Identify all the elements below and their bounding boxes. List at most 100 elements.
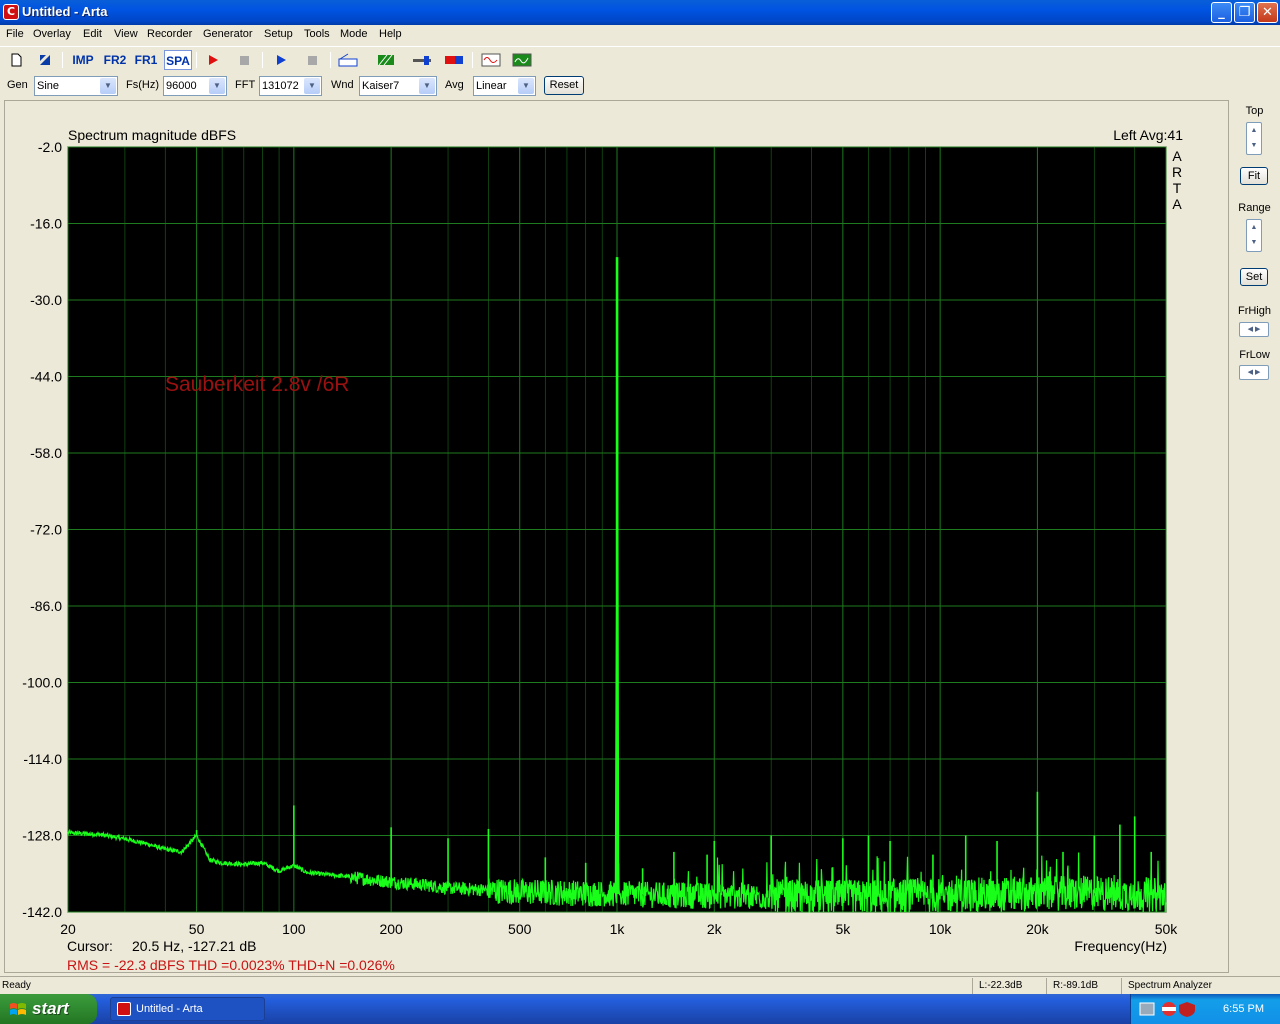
gen-select[interactable]: Sine ▼: [34, 76, 118, 96]
main-toolbar: IMP FR2 FR1 SPA: [0, 46, 1280, 72]
gen-label: Gen: [7, 79, 28, 91]
y-tick-label: -16.0: [30, 216, 62, 232]
close-button[interactable]: ✕: [1257, 2, 1278, 23]
start-button[interactable]: start: [0, 994, 97, 1024]
open-file-icon[interactable]: [34, 50, 56, 70]
fr1-mode-button[interactable]: FR1: [133, 50, 159, 70]
chevron-down-icon: ▼: [209, 78, 225, 94]
y-tick-label: -72.0: [30, 522, 62, 538]
arta-letter: T: [1173, 180, 1182, 196]
chevron-down-icon[interactable]: ▼: [1247, 235, 1261, 250]
fr2-mode-button[interactable]: FR2: [102, 50, 128, 70]
fft-select[interactable]: 131072 ▼: [259, 76, 322, 96]
level-icon[interactable]: [443, 50, 465, 70]
arta-window: C Untitled - Arta _ ❐ ✕ File Overlay Edi…: [0, 0, 1280, 994]
taskbar: start Untitled - Arta 6:55 PM: [0, 994, 1280, 1024]
avg-select[interactable]: Linear ▼: [473, 76, 536, 96]
wnd-label: Wnd: [331, 79, 354, 91]
menu-recorder[interactable]: Recorder: [147, 28, 192, 40]
set-button[interactable]: Set: [1240, 268, 1268, 286]
y-tick-label: -114.0: [23, 751, 62, 767]
fs-select[interactable]: 96000 ▼: [163, 76, 227, 96]
spectrum-mode-button[interactable]: SPA: [164, 50, 192, 70]
taskbar-item-arta[interactable]: Untitled - Arta: [110, 997, 265, 1021]
x-tick-label: 500: [508, 921, 532, 937]
chevron-up-icon[interactable]: ▲: [1247, 220, 1261, 235]
menu-setup[interactable]: Setup: [264, 28, 293, 40]
oscilloscope-icon[interactable]: [480, 50, 502, 70]
slider-icon[interactable]: [411, 50, 433, 70]
menu-generator[interactable]: Generator: [203, 28, 253, 40]
menu-bar: File Overlay Edit View Recorder Generato…: [0, 25, 1280, 45]
scale-panel: Top ▲ ▼ Fit Range ▲ ▼ Set FrHigh ◀ ▶ FrLow…: [1231, 100, 1278, 973]
frlow-label: FrLow: [1239, 349, 1270, 361]
range-label: Range: [1238, 202, 1271, 214]
fft-label: FFT: [235, 79, 256, 91]
x-tick-label: 5k: [835, 921, 851, 937]
top-spinner[interactable]: ▲ ▼: [1246, 122, 1262, 155]
frlow-spinner[interactable]: ◀ ▶: [1239, 365, 1269, 380]
record-stop-icon[interactable]: [233, 50, 255, 70]
window-title: Untitled - Arta: [22, 4, 108, 19]
measurement-readout: RMS = -22.3 dBFS THD =0.0023% THD+N =0.0…: [67, 957, 395, 973]
windows-logo-icon: [10, 1003, 26, 1015]
spectrum-chart[interactable]: 20 50 100 200 500 1k 2k 5k 10k 20k 50k -2.0 -16.0 -30…: [5, 101, 1230, 974]
frhigh-label: FrHigh: [1237, 305, 1271, 317]
record-play-icon[interactable]: [202, 50, 224, 70]
fit-button[interactable]: Fit: [1240, 167, 1268, 185]
abc-icon[interactable]: [337, 50, 359, 70]
avg-value: Linear: [476, 80, 507, 92]
arta-app-icon: [117, 1002, 131, 1016]
chevron-down-icon[interactable]: ▼: [1247, 138, 1261, 153]
window-select[interactable]: Kaiser7 ▼: [359, 76, 437, 96]
generator-play-icon[interactable]: [270, 50, 292, 70]
menu-view[interactable]: View: [114, 28, 138, 40]
minimize-button[interactable]: _: [1211, 2, 1232, 23]
tray-icons[interactable]: [1139, 1001, 1205, 1017]
window-value: Kaiser7: [362, 80, 400, 92]
arta-letter: A: [1172, 196, 1182, 212]
reset-button[interactable]: Reset: [544, 76, 584, 95]
y-tick-label: -100.0: [22, 675, 62, 691]
menu-tools[interactable]: Tools: [304, 28, 330, 40]
range-spinner[interactable]: ▲ ▼: [1246, 219, 1262, 252]
arta-letter: A: [1172, 148, 1182, 164]
avg-label: Avg: [445, 79, 464, 91]
new-file-icon[interactable]: [5, 50, 27, 70]
y-tick-label: -44.0: [30, 369, 62, 385]
x-tick-label: 2k: [707, 921, 723, 937]
x-tick-label: 50k: [1155, 921, 1179, 937]
hatch-icon[interactable]: [375, 50, 397, 70]
status-bar: Ready L:-22.3dB R:-89.1dB Spectrum Analy…: [0, 976, 1280, 994]
status-ready: Ready: [2, 980, 31, 991]
y-tick-label: -128.0: [22, 828, 62, 844]
gen-value: Sine: [37, 80, 60, 92]
cursor-label: Cursor:: [67, 938, 113, 954]
title-bar: C Untitled - Arta _ ❐ ✕: [0, 0, 1280, 25]
y-tick-label: -30.0: [30, 292, 62, 308]
menu-edit[interactable]: Edit: [83, 28, 102, 40]
status-right-level: R:-89.1dB: [1053, 980, 1099, 991]
y-tick-label: -2.0: [38, 139, 62, 155]
maximize-button[interactable]: ❐: [1234, 2, 1255, 23]
menu-file[interactable]: File: [6, 28, 24, 40]
menu-mode[interactable]: Mode: [340, 28, 368, 40]
impulse-mode-button[interactable]: IMP: [70, 50, 96, 70]
spectrum-scope-icon[interactable]: [511, 50, 533, 70]
chevron-down-icon: ▼: [100, 78, 116, 94]
menu-overlay[interactable]: Overlay: [33, 28, 71, 40]
frhigh-spinner[interactable]: ◀ ▶: [1239, 322, 1269, 337]
top-label: Top: [1245, 105, 1264, 117]
x-tick-label: 20k: [1026, 921, 1050, 937]
menu-help[interactable]: Help: [379, 28, 402, 40]
chevron-down-icon: ▼: [419, 78, 435, 94]
y-tick-label: -86.0: [30, 598, 62, 614]
chevron-down-icon: ▼: [518, 78, 534, 94]
x-tick-label: 1k: [610, 921, 626, 937]
fft-value: 131072: [262, 80, 299, 92]
taskbar-item-label: Untitled - Arta: [136, 1003, 203, 1015]
generator-stop-icon[interactable]: [301, 50, 323, 70]
status-left-level: L:-22.3dB: [979, 980, 1023, 991]
chevron-up-icon[interactable]: ▲: [1247, 123, 1261, 138]
channel-avg-label: Left Avg:41: [1113, 127, 1183, 143]
